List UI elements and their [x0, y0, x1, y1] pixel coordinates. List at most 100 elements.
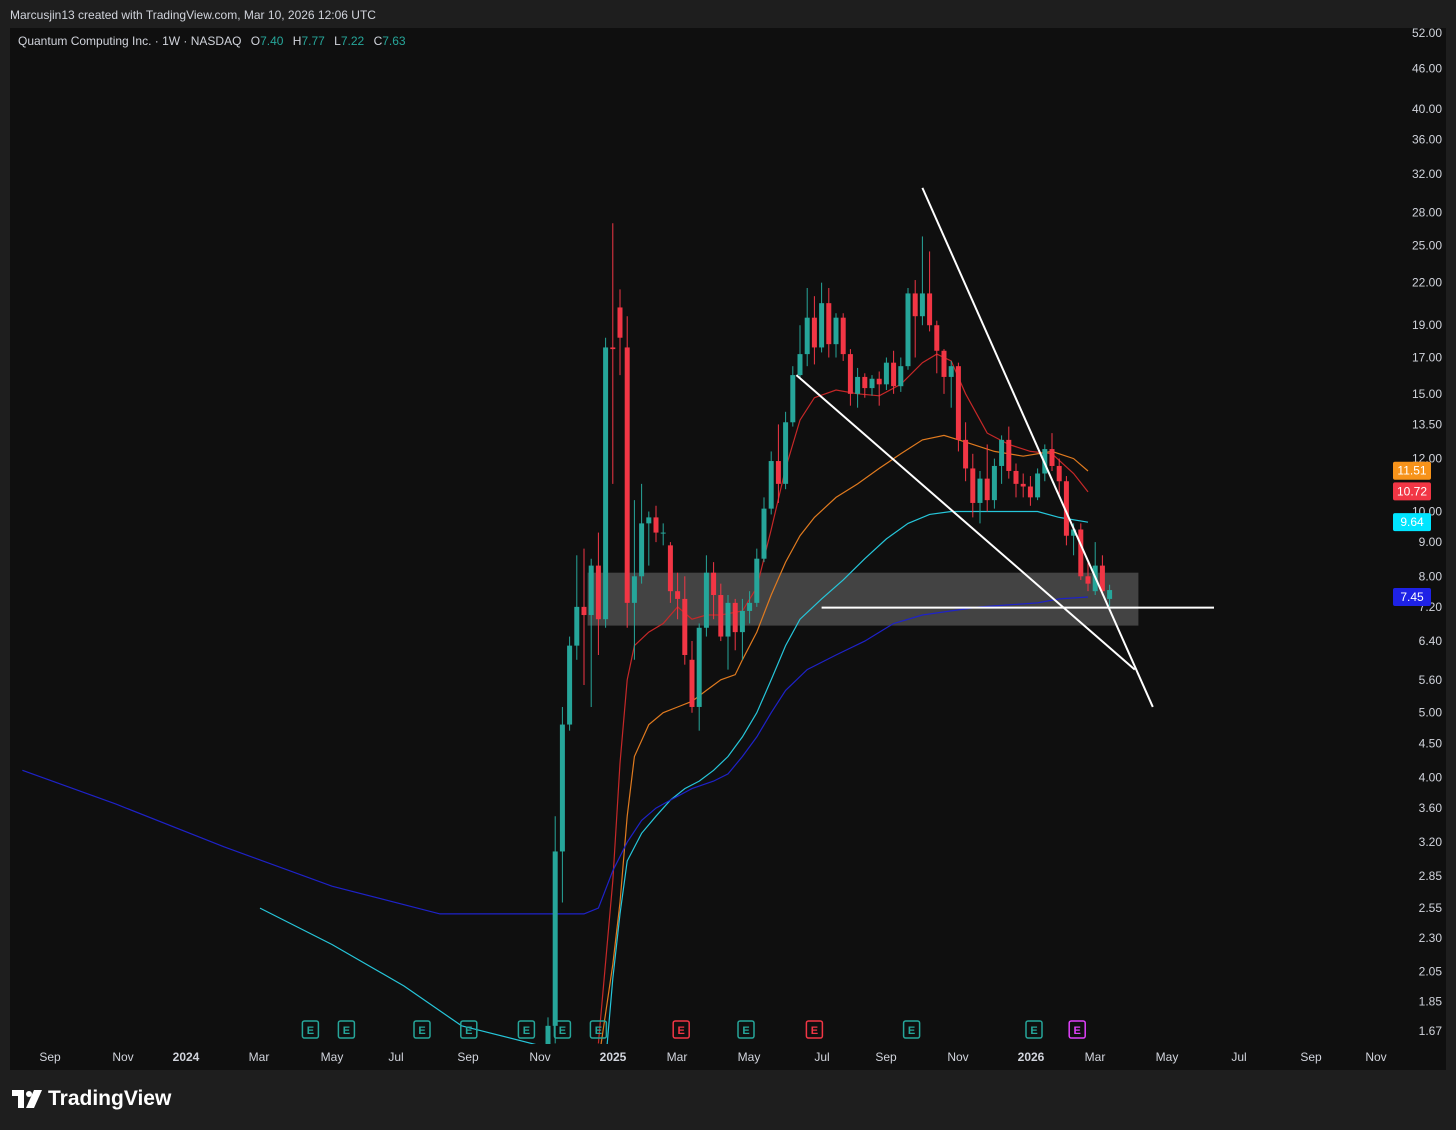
candle-body	[891, 362, 897, 387]
price-tick-label: 5.60	[1419, 673, 1443, 687]
time-tick-label: May	[1156, 1050, 1179, 1064]
price-tick-label: 1.85	[1419, 994, 1443, 1008]
earnings-marker-label: E	[418, 1025, 425, 1037]
price-tick-label: 19.00	[1412, 318, 1442, 332]
candle-body	[934, 325, 940, 351]
time-tick-label: Mar	[249, 1050, 270, 1064]
candle-body	[754, 558, 760, 603]
price-tick-label: 2.05	[1419, 964, 1443, 978]
earnings-marker: E	[902, 1020, 921, 1039]
symbol-title: Quantum Computing Inc. · 1W · NASDAQ	[18, 34, 242, 48]
attribution-bar: Marcusjin13 created with TradingView.com…	[0, 0, 1456, 28]
moving-average-line	[597, 353, 1089, 1044]
earnings-marker: E	[413, 1020, 431, 1039]
candle-body	[545, 1025, 551, 1044]
candle-body	[1035, 473, 1041, 498]
high-value: 7.77	[301, 34, 325, 48]
time-tick-label: Sep	[875, 1050, 897, 1064]
candle-body	[667, 545, 673, 592]
candle-body	[653, 517, 659, 533]
candle-body	[804, 317, 810, 355]
tradingview-logo-icon	[12, 1090, 42, 1108]
axis-corner	[1390, 1044, 1446, 1070]
candle-body	[639, 523, 645, 577]
candle-body	[948, 366, 954, 377]
price-tick-label: 6.40	[1419, 634, 1443, 648]
earnings-marker: E	[337, 1020, 356, 1039]
earnings-marker-label: E	[742, 1025, 749, 1037]
price-tick-label: 4.50	[1419, 736, 1443, 750]
time-tick-label: Jul	[814, 1050, 829, 1064]
price-label-value: 7.45	[1400, 590, 1424, 604]
price-label-value: 10.72	[1397, 484, 1427, 498]
price-chart[interactable]: EEEEEEEEEEEEE	[10, 28, 1390, 1044]
candle-body	[581, 606, 587, 616]
candle-body	[660, 532, 666, 534]
time-axis-labels: Sep Nov 2024 Mar May Jul Sep Nov 2025 Mar May Jul Se…	[39, 1050, 1386, 1064]
price-label-value: 9.64	[1400, 515, 1424, 529]
candle-body	[876, 378, 882, 385]
time-tick-label: Jul	[1231, 1050, 1246, 1064]
candle-body	[631, 576, 637, 603]
price-tick-label: 40.00	[1412, 102, 1442, 116]
time-axis[interactable]: Sep Nov 2024 Mar May Jul Sep Nov 2025 Mar May Jul Se…	[10, 1044, 1390, 1070]
open-value: 7.40	[260, 34, 284, 48]
candle-body	[999, 439, 1005, 466]
candle-body	[912, 293, 918, 317]
candle-body	[898, 366, 904, 387]
price-tick-label: 8.00	[1419, 569, 1443, 583]
candle-body	[977, 478, 983, 503]
earnings-marker: E	[301, 1020, 320, 1039]
candle-body	[761, 508, 767, 559]
price-axis[interactable]: 52.00 46.00 40.00 36.00 32.00 28.00 25.00 22.00…	[1390, 26, 1446, 1044]
time-tick-label: Nov	[947, 1050, 968, 1064]
time-tick-label: Nov	[529, 1050, 550, 1064]
time-tick-label: Nov	[1365, 1050, 1386, 1064]
candle-body	[559, 724, 565, 852]
candle-body	[1085, 576, 1091, 584]
time-tick-label: 2025	[600, 1050, 627, 1064]
earnings-marker-label: E	[465, 1025, 472, 1037]
candle-body	[970, 468, 976, 503]
candle-body	[610, 347, 616, 350]
close-label: C	[373, 34, 383, 48]
earnings-marker-label: E	[1074, 1025, 1081, 1037]
candle-body	[1056, 465, 1062, 482]
price-tick-label: 9.00	[1419, 535, 1443, 549]
earnings-marker: E	[1068, 1020, 1086, 1039]
price-tick-label: 5.00	[1419, 706, 1443, 720]
candle-body	[725, 602, 731, 637]
candle-body	[567, 645, 573, 725]
candle-body	[941, 350, 947, 377]
candle-body	[797, 354, 803, 376]
candle-body	[775, 461, 781, 484]
price-tick-label: 36.00	[1412, 133, 1442, 147]
earnings-marker-label: E	[811, 1025, 818, 1037]
candle-body	[955, 366, 961, 440]
candle-body	[963, 439, 969, 469]
open-label: O	[250, 34, 261, 48]
price-tick-label: 2.55	[1419, 901, 1443, 915]
price-tick-label: 15.00	[1412, 387, 1442, 401]
chart-plot-area[interactable]: EEEEEEEEEEEEE	[10, 28, 1390, 1044]
time-tick-label: Sep	[39, 1050, 61, 1064]
time-tick-label: May	[321, 1050, 344, 1064]
footer-bar	[0, 1070, 1456, 1130]
trendline	[921, 187, 1154, 708]
close-value: 7.63	[382, 34, 406, 48]
candle-body	[1078, 529, 1084, 577]
candle-body	[574, 606, 580, 646]
price-tick-label: 17.00	[1412, 351, 1442, 365]
time-tick-label: Mar	[667, 1050, 688, 1064]
earnings-marker-label: E	[595, 1025, 602, 1037]
candle-body	[711, 572, 717, 596]
candle-body	[696, 627, 702, 707]
candle-body	[919, 293, 925, 317]
earnings-marker-label: E	[559, 1025, 566, 1037]
candle-body	[689, 659, 695, 707]
time-tick-label: Jul	[388, 1050, 403, 1064]
time-tick-label: 2024	[173, 1050, 200, 1064]
candle-body	[984, 478, 990, 501]
earnings-marker-label: E	[523, 1025, 530, 1037]
earnings-marker-label: E	[908, 1025, 915, 1037]
